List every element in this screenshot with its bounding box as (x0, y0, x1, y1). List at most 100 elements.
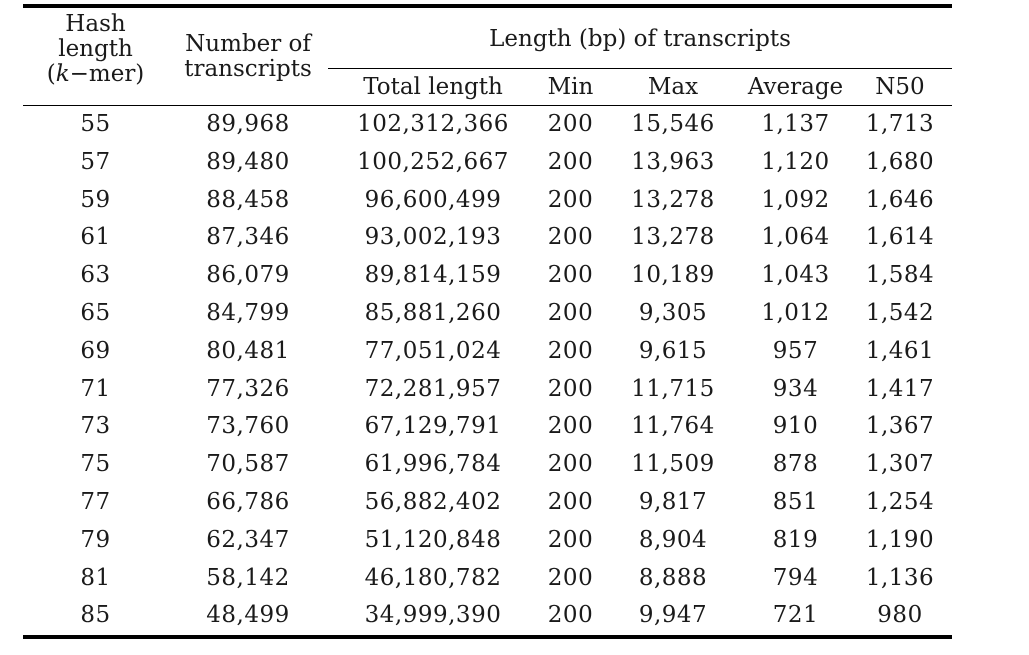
cell-number: 66,786 (206, 488, 290, 515)
table-row: 63 86,079 89,814,159 200 10,189 1,043 1,584 (23, 257, 952, 295)
cell-kmer: 61 (80, 224, 111, 251)
cell-number: 80,481 (206, 337, 290, 364)
table-row: 79 62,347 51,120,848 200 8,904 819 1,190 (23, 522, 952, 560)
cell-average: 934 (772, 375, 819, 402)
cell-total-length: 102,312,366 (357, 111, 509, 137)
cell-number: 87,346 (206, 224, 290, 251)
cell-n50: 1,461 (865, 337, 935, 364)
cell-max: 8,904 (638, 526, 708, 553)
cell-max: 10,189 (631, 262, 715, 289)
cell-total-length: 89,814,159 (364, 262, 502, 289)
cell-kmer: 73 (80, 413, 111, 440)
cell-total-length: 77,051,024 (364, 337, 502, 364)
cell-max: 11,509 (631, 451, 715, 478)
cell-min: 200 (547, 224, 594, 251)
cell-kmer: 85 (80, 602, 111, 629)
cell-max: 9,615 (638, 337, 708, 364)
cell-n50: 1,307 (865, 451, 935, 478)
cell-average: 794 (772, 564, 819, 591)
paren-open: ( (46, 61, 56, 87)
cell-n50: 1,584 (865, 262, 935, 289)
cell-max: 13,278 (631, 186, 715, 213)
cell-kmer: 81 (80, 564, 111, 591)
cell-n50: 1,254 (865, 488, 935, 515)
cell-average: 819 (772, 526, 819, 553)
transcript-assembly-table-container: Hash length (k−mer) Number of transcript… (23, 4, 953, 640)
cell-number: 77,326 (206, 375, 290, 402)
table-row: 55 89,968 102,312,366 200 15,546 1,137 1,713 (23, 106, 952, 144)
transcript-assembly-table: Hash length (k−mer) Number of transcript… (23, 4, 953, 640)
cell-min: 200 (547, 375, 594, 402)
cell-min: 200 (547, 488, 594, 515)
cell-number: 89,480 (206, 148, 290, 175)
cell-kmer: 75 (80, 451, 111, 478)
cell-number: 62,347 (206, 526, 290, 553)
cell-average: 910 (772, 413, 819, 440)
cell-min: 200 (547, 337, 594, 364)
mer-suffix: −mer) (69, 61, 145, 87)
cell-min: 200 (547, 299, 594, 326)
table-row: 85 48,499 34,999,390 200 9,947 721 980 (23, 597, 952, 637)
cell-min: 200 (547, 111, 594, 137)
cell-number: 70,587 (206, 451, 290, 478)
table-row: 77 66,786 56,882,402 200 9,817 851 1,254 (23, 484, 952, 522)
cell-min: 200 (547, 451, 594, 478)
cell-kmer: 63 (80, 262, 111, 289)
cell-total-length: 96,600,499 (364, 186, 502, 213)
cell-total-length: 93,002,193 (364, 224, 502, 251)
cell-average: 1,043 (761, 262, 830, 289)
header-total-length: Total length (363, 73, 503, 100)
cell-number: 58,142 (206, 564, 290, 591)
header-row-top: Hash length (k−mer) Number of transcript… (23, 6, 953, 87)
cell-kmer: 59 (80, 186, 111, 213)
cell-total-length: 72,281,957 (364, 375, 502, 402)
cell-max: 15,546 (631, 111, 715, 137)
cell-max: 9,305 (638, 299, 708, 326)
cell-min: 200 (547, 262, 594, 289)
table-row: 69 80,481 77,051,024 200 9,615 957 1,461 (23, 333, 952, 371)
table-row: 59 88,458 96,600,499 200 13,278 1,092 1,646 (23, 182, 952, 220)
header-average: Average (747, 73, 844, 100)
cell-average: 1,137 (761, 111, 830, 137)
cell-max: 11,764 (631, 413, 715, 440)
table-row: 65 84,799 85,881,260 200 9,305 1,012 1,542 (23, 295, 952, 333)
cell-max: 8,888 (638, 564, 708, 591)
table-header: Hash length (k−mer) Number of transcript… (23, 6, 953, 106)
header-number-line1: Number of (185, 31, 311, 57)
cell-min: 200 (547, 413, 594, 440)
cell-n50: 1,542 (865, 299, 935, 326)
table-row: 61 87,346 93,002,193 200 13,278 1,064 1,614 (23, 219, 952, 257)
table-row: 71 77,326 72,281,957 200 11,715 934 1,417 (23, 371, 952, 409)
cell-number: 48,499 (206, 602, 290, 629)
cell-total-length: 67,129,791 (364, 413, 502, 440)
header-hash-length-line2: length (58, 36, 133, 62)
cell-min: 200 (547, 526, 594, 553)
cell-average: 851 (772, 488, 819, 515)
header-hash-length-line3: (k−mer) (23, 62, 168, 87)
cell-min: 200 (547, 148, 594, 175)
header-hash-length: Hash length (k−mer) (23, 6, 168, 106)
header-length-group: Length (bp) of transcripts (328, 6, 953, 69)
cell-total-length: 46,180,782 (364, 564, 502, 591)
cell-n50: 1,614 (865, 224, 935, 251)
cell-kmer: 79 (80, 526, 111, 553)
table-row: 73 73,760 67,129,791 200 11,764 910 1,367 (23, 408, 952, 446)
header-number-line2: transcripts (184, 56, 312, 82)
cell-average: 878 (772, 451, 819, 478)
cell-number: 89,968 (206, 111, 290, 137)
header-hash-length-line1: Hash (65, 11, 126, 37)
table-row: 81 58,142 46,180,782 200 8,888 794 1,136 (23, 560, 952, 598)
cell-max: 9,817 (638, 488, 708, 515)
cell-n50: 1,680 (865, 148, 935, 175)
header-number-of-transcripts: Number of transcripts (168, 6, 328, 106)
cell-total-length: 61,996,784 (364, 451, 502, 478)
cell-number: 88,458 (206, 186, 290, 213)
cell-average: 957 (772, 337, 819, 364)
cell-max: 13,278 (631, 224, 715, 251)
header-max: Max (647, 73, 699, 100)
cell-kmer: 55 (80, 111, 111, 137)
cell-total-length: 56,882,402 (364, 488, 502, 515)
cell-number: 86,079 (206, 262, 290, 289)
cell-average: 1,092 (761, 186, 830, 213)
cell-kmer: 71 (80, 375, 111, 402)
